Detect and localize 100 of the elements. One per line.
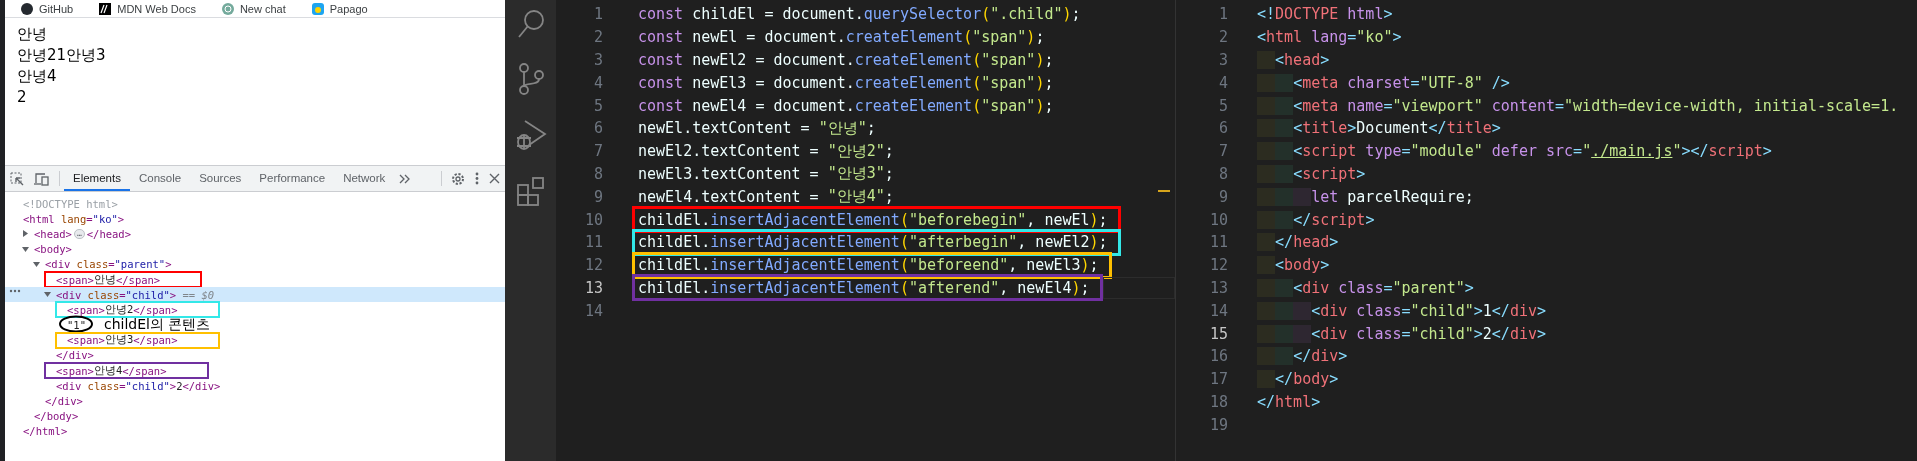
devtools-tab[interactable]: Elements	[64, 166, 130, 191]
line-number: 2	[1217, 28, 1228, 47]
annotation-text: childEl의 콘텐츠	[103, 316, 211, 334]
line-number: 18	[1208, 392, 1228, 411]
dom-node[interactable]: <html lang="ko">	[23, 212, 125, 225]
line-number: 14	[583, 301, 603, 320]
bookmark[interactable]: GitHub	[39, 2, 74, 15]
code-line: newEl3.textContent = "안녕3";	[638, 163, 894, 185]
line-number: 12	[583, 256, 603, 275]
code-line: </div>	[1257, 345, 1348, 368]
code-line: <meta charset="UTF-8" />	[1257, 71, 1510, 94]
dom-node[interactable]: <head> … </head>	[34, 227, 132, 240]
code-line: let parcelRequire;	[1257, 185, 1474, 208]
dom-node[interactable]: <span>안녕4</span>	[44, 362, 209, 380]
code-line: </head>	[1257, 231, 1339, 254]
page-text: 2	[17, 87, 27, 108]
overview-ruler-mark	[1158, 190, 1170, 192]
code-line: const newEl4 = document.createElement("span");	[638, 95, 1054, 117]
expanded-triangle-icon[interactable]	[44, 291, 51, 299]
bookmark[interactable]: MDN Web Docs	[117, 2, 196, 15]
dom-node[interactable]: <div class="parent">	[45, 258, 172, 271]
selected-dom-row[interactable]: <div class="child"> == $0	[5, 287, 505, 303]
code-line: <script type="module" defer src="./main.js"></script>	[1257, 140, 1772, 163]
extensions-icon[interactable]	[514, 174, 547, 208]
dom-node[interactable]: <div class="child">2</div>	[56, 379, 221, 392]
code-line: <title>Document</title>	[1257, 117, 1501, 140]
expanded-triangle-icon[interactable]	[22, 245, 29, 253]
line-number: 4	[592, 73, 603, 92]
code-line: <!DOCTYPE html>	[1257, 4, 1393, 26]
kebab-menu-icon[interactable]	[475, 172, 479, 185]
line-number: 19	[1208, 415, 1228, 434]
line-number: 11	[1208, 233, 1228, 252]
code-line: <div class="child">2</div>	[1257, 322, 1546, 345]
more-icon[interactable]	[9, 289, 21, 294]
line-number: 7	[592, 142, 603, 161]
code-line: newEl2.textContent = "안녕2";	[638, 140, 894, 163]
line-number: 15	[1208, 324, 1228, 343]
code-line: <body>	[1257, 254, 1330, 277]
line-number: 10	[583, 210, 603, 229]
more-tabs-icon[interactable]	[399, 173, 412, 184]
line-number: 10	[1208, 210, 1228, 229]
line-number: 6	[592, 119, 603, 138]
line-number: 8	[1217, 164, 1228, 183]
dom-node[interactable]: <span>안녕2</span>	[55, 301, 220, 319]
closing-tag: </div>	[56, 349, 94, 362]
inspect-icon[interactable]	[10, 171, 24, 186]
line-number: 13	[583, 278, 603, 297]
bookmark[interactable]: Papago	[329, 2, 368, 15]
code-line: <div class="parent">	[1257, 276, 1474, 299]
bookmark[interactable]: New chat	[239, 2, 286, 15]
line-number: 6	[1217, 119, 1228, 138]
line-number: 12	[1208, 256, 1228, 275]
line-number: 16	[1208, 347, 1228, 366]
device-toolbar-icon[interactable]	[34, 171, 50, 186]
close-icon[interactable]	[489, 173, 500, 184]
expanded-triangle-icon[interactable]	[33, 260, 40, 268]
code-line: <meta name="viewport" content="width=device-width, initial-scale=1.	[1257, 94, 1899, 117]
line-number: 9	[1217, 187, 1228, 206]
line-number: 8	[592, 164, 603, 183]
search-icon[interactable]	[515, 8, 546, 40]
collapsed-triangle-icon[interactable]	[22, 230, 29, 238]
code-line: </body>	[1257, 368, 1339, 391]
line-number: 5	[592, 96, 603, 115]
code-line: </html>	[1257, 391, 1321, 413]
code-line: newEl4.textContent = "안녕4";	[638, 186, 894, 208]
line-number: 2	[592, 28, 603, 47]
line-number: 4	[1217, 73, 1228, 92]
line-number: 9	[592, 187, 603, 206]
code-line: const childEl = document.querySelector(".child");	[638, 4, 1081, 26]
dom-node[interactable]: <div class="child"> == $0	[56, 288, 215, 301]
code-line: const newEl3 = document.createElement("span");	[638, 72, 1054, 94]
line-number: 14	[1208, 301, 1228, 320]
dom-node[interactable]: <span>안녕3</span>	[55, 331, 220, 349]
circle-annotation-drawing	[58, 314, 94, 333]
code-line: </script>	[1257, 208, 1375, 231]
line-number: 13	[1208, 278, 1228, 297]
code-line: const newEl2 = document.createElement("span");	[638, 50, 1054, 71]
site-icon	[311, 2, 324, 15]
devtools-tab[interactable]: Network	[334, 166, 395, 191]
code-line: <div class="child">1</div>	[1257, 299, 1546, 322]
line-number: 5	[1217, 96, 1228, 115]
devtools-tab[interactable]: Console	[129, 166, 191, 191]
page-text: 안녕4	[17, 66, 57, 87]
line-number: 1	[1217, 5, 1228, 24]
run-debug-icon[interactable]	[514, 118, 547, 152]
code-line: <head>	[1257, 49, 1330, 71]
line-number: 3	[1217, 51, 1228, 69]
dom-node[interactable]: <body>	[34, 243, 72, 256]
code-line: const newEl = document.createElement("span");	[638, 27, 1045, 49]
page-text: 안녕21안녕3	[17, 45, 106, 66]
code-line: <script>	[1257, 162, 1366, 185]
devtools-tab[interactable]: Performance	[250, 166, 335, 191]
settings-icon[interactable]	[451, 171, 465, 186]
devtools-tab[interactable]: Sources	[190, 166, 251, 191]
line-number: 3	[592, 51, 603, 69]
line-number: 1	[592, 5, 603, 24]
line-number: 17	[1208, 370, 1228, 389]
code-line: <html lang="ko">	[1257, 27, 1402, 49]
page-text: 안녕	[17, 24, 47, 45]
closing-tag: </html>	[23, 425, 68, 438]
